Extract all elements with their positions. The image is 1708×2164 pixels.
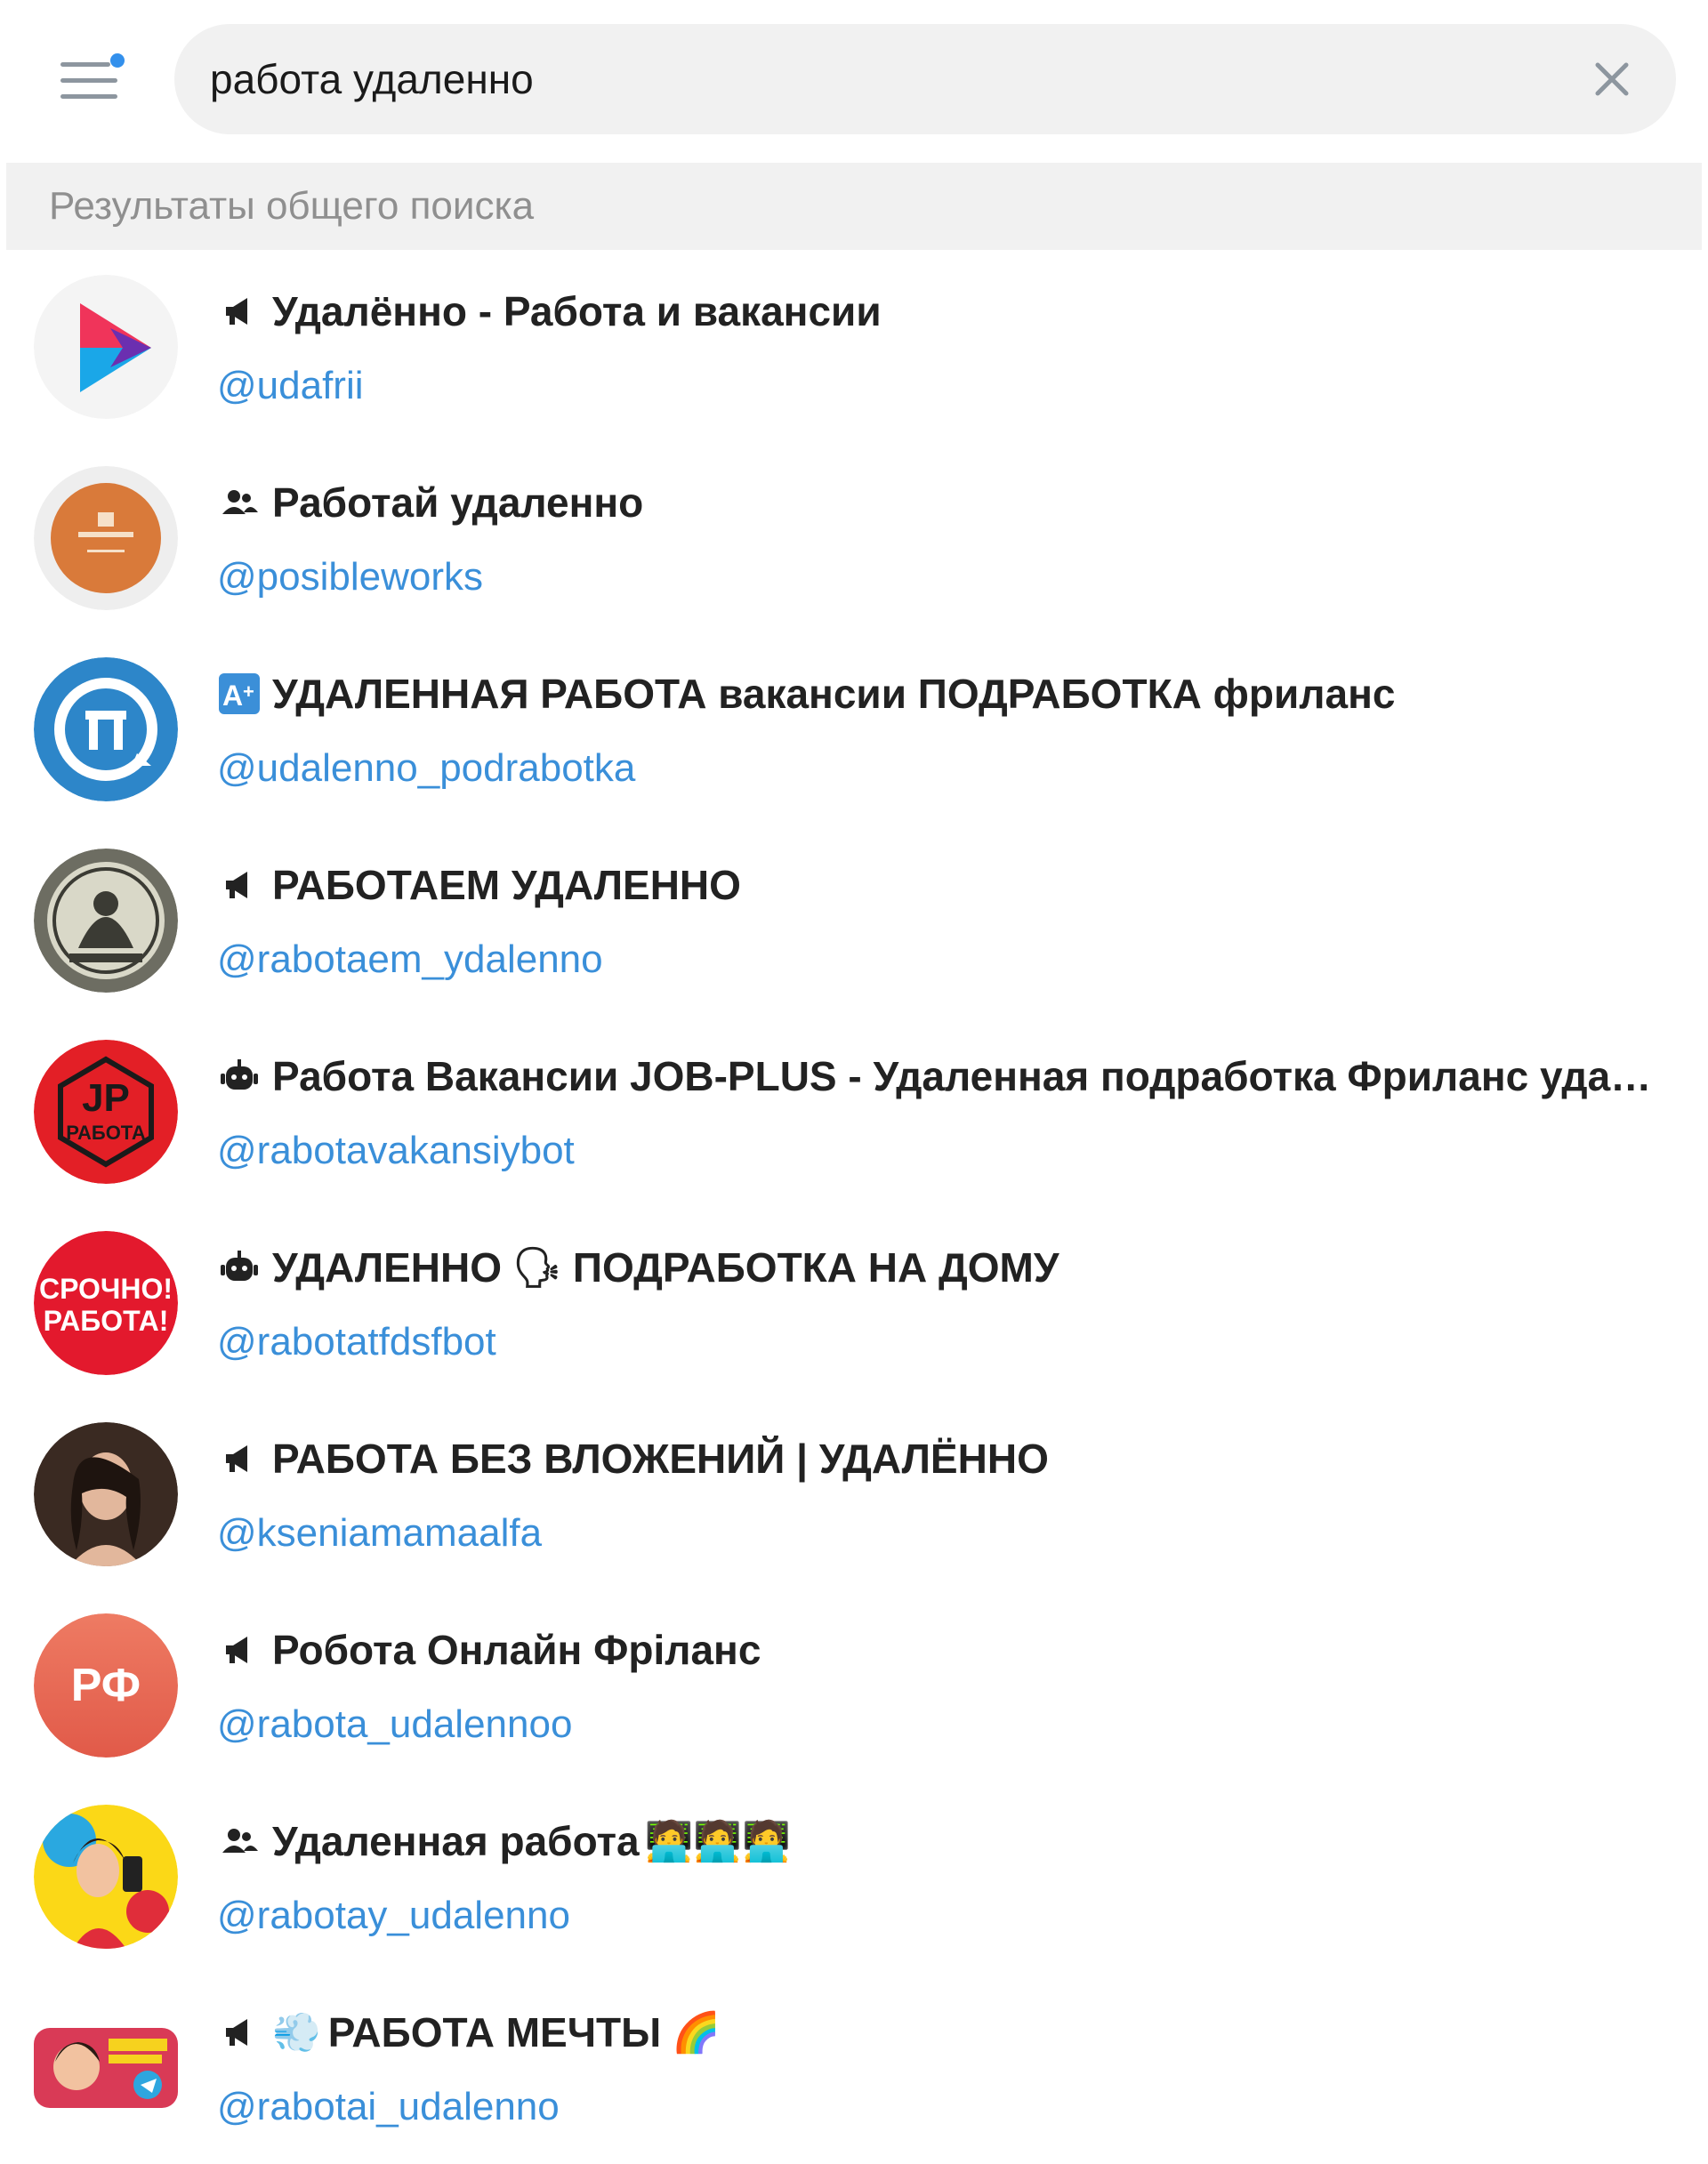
result-title: Удаленная работа <box>272 1818 640 1864</box>
avatar-text: СРОЧНО! <box>39 1273 173 1305</box>
avatar-text: РАБОТА! <box>44 1305 169 1337</box>
a-plus-badge-icon: A + <box>217 672 262 716</box>
section-header: Результаты общего поиска <box>6 163 1702 250</box>
result-username: @rabotavakansiybot <box>217 1129 575 1172</box>
menu-icon[interactable] <box>55 53 125 107</box>
result-username: @posibleworks <box>217 555 483 599</box>
result-title: РАБОТАЕМ УДАЛЕННО <box>272 862 741 908</box>
result-title: УДАЛЕННАЯ РАБОТА вакансии ПОДРАБОТКА фри… <box>272 671 1396 717</box>
technologist-emoji: 🧑‍💻🧑‍💻🧑‍💻 <box>644 1820 791 1863</box>
result-title: Работа Вакансии JOB-PLUS - Удаленная под… <box>272 1053 1676 1099</box>
rainbow-emoji: 🌈 <box>672 2011 721 2055</box>
avatar-text: JP <box>82 1076 130 1120</box>
list-item[interactable]: РАБОТАЕМ УДАЛЕННО @rabotaem_ydalenno <box>0 824 1708 1015</box>
result-title: РАБОТА МЕЧТЫ <box>327 2009 662 2055</box>
avatar <box>34 657 178 801</box>
result-title-tail: ПОДРАБОТКА НА ДОМУ <box>572 1244 1059 1291</box>
result-title: УДАЛЕННО <box>272 1244 503 1291</box>
list-item[interactable]: СРОЧНО! РАБОТА! УДАЛЕННО 🗣 ПОДРАБОТКА НА… <box>0 1206 1708 1397</box>
avatar: РФ <box>34 1613 178 1758</box>
avatar: JP РАБОТА <box>34 1040 178 1184</box>
avatar: СРОЧНО! РАБОТА! <box>34 1231 178 1375</box>
search-input[interactable] <box>210 47 1544 111</box>
result-username: @rabotatfdsfbot <box>217 1320 496 1364</box>
notification-dot <box>110 53 125 68</box>
channel-megaphone-icon <box>217 289 262 334</box>
search-box[interactable] <box>174 24 1676 134</box>
bot-icon <box>217 1054 262 1098</box>
result-title: Работай удаленно <box>272 479 644 526</box>
result-title: Удалённо - Работа и вакансии <box>272 288 882 334</box>
dash-emoji: 💨 <box>272 2011 321 2055</box>
list-item[interactable]: Удаленная работа 🧑‍💻🧑‍💻🧑‍💻 @rabotay_udal… <box>0 1780 1708 1971</box>
result-username: @udalenno_podrabotka <box>217 746 636 790</box>
group-people-icon <box>217 1819 262 1863</box>
result-username: @rabotay_udalenno <box>217 1894 570 1937</box>
channel-megaphone-icon <box>217 1436 262 1481</box>
search-header <box>0 0 1708 160</box>
list-item[interactable]: РФ Робота Онлайн Фріланс @rabota_udalenn… <box>0 1589 1708 1780</box>
channel-megaphone-icon <box>217 2010 262 2055</box>
list-item[interactable]: Удалённо - Работа и вакансии @udafrii <box>0 250 1708 441</box>
bot-icon <box>217 1245 262 1290</box>
result-username: @rabotaem_ydalenno <box>217 937 603 981</box>
avatar <box>34 1996 178 2140</box>
avatar <box>34 849 178 993</box>
avatar <box>34 1422 178 1566</box>
channel-megaphone-icon <box>217 863 262 907</box>
result-username: @kseniamamaalfa <box>217 1511 543 1555</box>
svg-text:+: + <box>243 680 254 703</box>
close-icon[interactable] <box>1585 52 1639 106</box>
section-title: Результаты общего поиска <box>49 184 535 228</box>
result-username: @rabotai_udalenno <box>217 2085 560 2128</box>
avatar-text: РАБОТА <box>66 1122 146 1144</box>
list-item[interactable]: A + УДАЛЕННАЯ РАБОТА вакансии ПОДРАБОТКА … <box>0 632 1708 824</box>
avatar <box>34 1805 178 1949</box>
list-item[interactable]: РАБОТА БЕЗ ВЛОЖЕНИЙ | УДАЛЁННО @kseniama… <box>0 1397 1708 1589</box>
list-item[interactable]: Работай удаленно @posibleworks <box>0 441 1708 632</box>
avatar <box>34 275 178 419</box>
speaking-head-emoji: 🗣 <box>512 1246 562 1290</box>
result-title: РАБОТА БЕЗ ВЛОЖЕНИЙ | УДАЛЁННО <box>272 1436 1049 1482</box>
result-username: @udafrii <box>217 364 364 407</box>
channel-megaphone-icon <box>217 1628 262 1672</box>
list-item[interactable]: 💨 РАБОТА МЕЧТЫ 🌈 @rabotai_udalenno <box>0 1971 1708 2162</box>
list-item[interactable]: JP РАБОТА Работа Вакансии JOB-PLUS - Уда… <box>0 1015 1708 1206</box>
svg-text:A: A <box>222 680 243 712</box>
result-title: Робота Онлайн Фріланс <box>272 1627 761 1673</box>
avatar <box>34 466 178 610</box>
result-username: @rabota_udalennoo <box>217 1702 573 1746</box>
avatar-initials: РФ <box>71 1660 141 1711</box>
results-list: Удалённо - Работа и вакансии @udafrii Ра… <box>0 250 1708 2162</box>
group-people-icon <box>217 480 262 525</box>
